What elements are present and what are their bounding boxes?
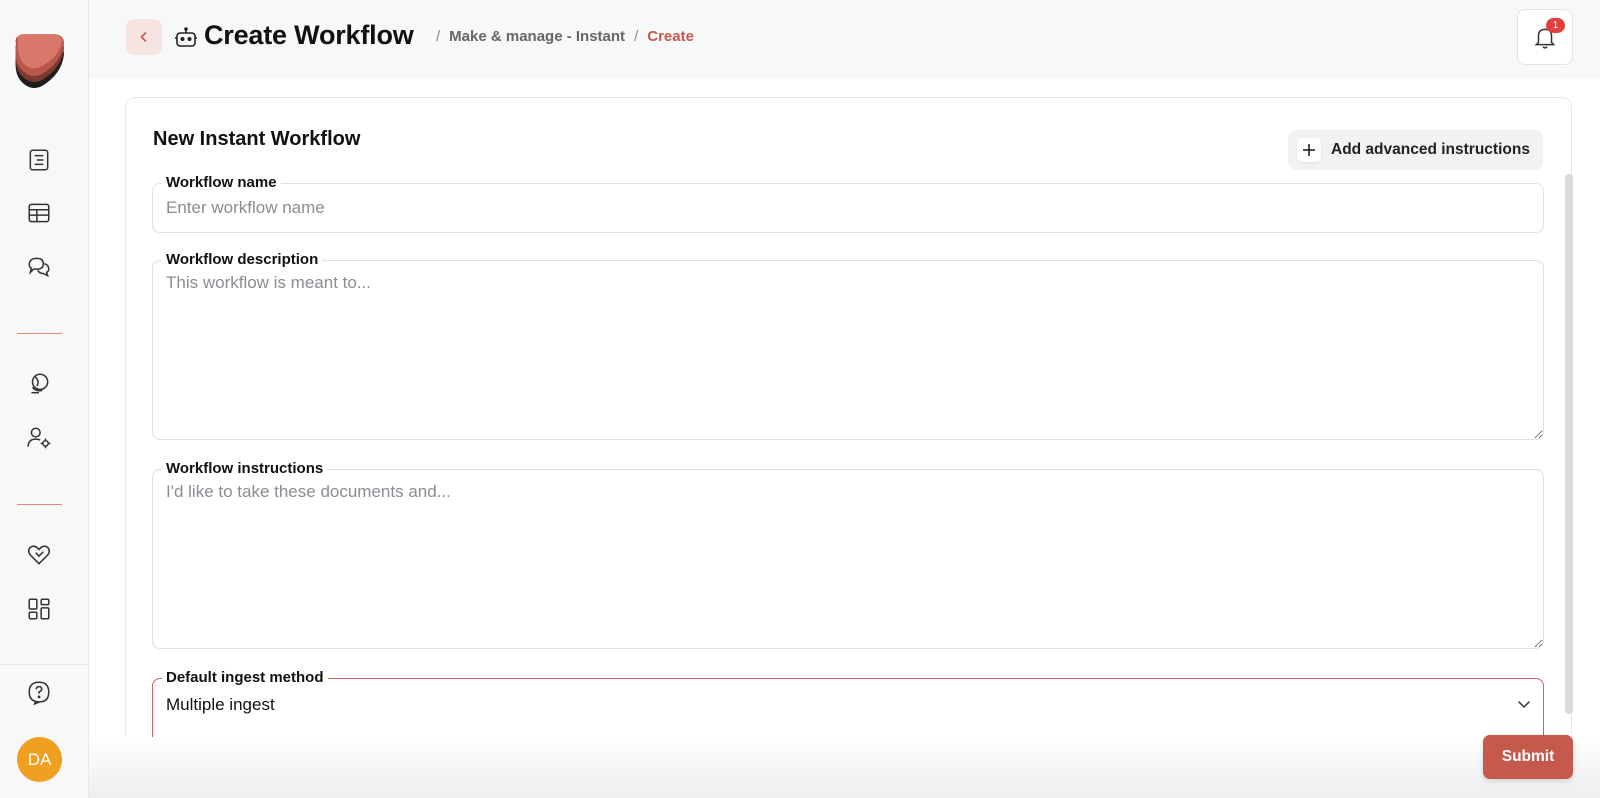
globe-pin-icon[interactable]: [25, 370, 53, 398]
scrollbar[interactable]: [1565, 174, 1573, 714]
breadcrumb-current: Create: [647, 28, 694, 45]
heart-hand-icon[interactable]: [25, 541, 53, 569]
sidebar: DA: [0, 0, 89, 798]
avatar[interactable]: DA: [17, 737, 62, 782]
robot-icon: [175, 27, 197, 47]
workflow-form-card: New Instant Workflow Add advanced instru…: [125, 97, 1572, 737]
page-title: Create Workflow: [204, 20, 414, 50]
workflow-name-input[interactable]: [153, 184, 1543, 232]
breadcrumb-separator: /: [436, 28, 441, 45]
chevron-left-icon: [140, 32, 147, 42]
page-header: Create Workflow / Make & manage - Instan…: [89, 0, 1600, 78]
workflow-instructions-input[interactable]: [153, 470, 1543, 648]
workflow-name-field: Workflow name: [152, 174, 1544, 233]
chat-icon[interactable]: [25, 253, 53, 281]
add-advanced-instructions-button[interactable]: Add advanced instructions: [1288, 130, 1543, 170]
notifications-button[interactable]: 1: [1517, 9, 1573, 65]
back-button[interactable]: [126, 19, 162, 55]
default-ingest-method-label: Default ingest method: [162, 669, 328, 686]
sidebar-divider: [17, 333, 62, 334]
default-ingest-method-select[interactable]: Default ingest method Multiple ingest: [152, 669, 1544, 737]
help-icon[interactable]: [25, 678, 53, 706]
add-advanced-instructions-label: Add advanced instructions: [1331, 141, 1530, 158]
grid-apps-icon[interactable]: [25, 595, 53, 623]
notification-badge: 1: [1546, 18, 1565, 33]
app-logo-icon[interactable]: [12, 34, 66, 90]
chevron-down-icon: [1518, 701, 1530, 708]
breadcrumb-separator: /: [634, 28, 639, 45]
workflow-instructions-field: Workflow instructions: [152, 460, 1544, 649]
main-content: New Instant Workflow Add advanced instru…: [89, 78, 1600, 798]
workflow-instructions-label: Workflow instructions: [162, 460, 328, 477]
sidebar-separator: [0, 664, 89, 665]
document-list-icon[interactable]: [25, 146, 53, 174]
user-gear-icon[interactable]: [25, 424, 53, 452]
submit-button[interactable]: Submit: [1483, 735, 1573, 779]
table-icon[interactable]: [25, 199, 53, 227]
default-ingest-method-value: Multiple ingest: [166, 695, 275, 714]
workflow-name-label: Workflow name: [162, 174, 281, 191]
breadcrumb-parent-link[interactable]: Make & manage - Instant: [449, 28, 625, 45]
sidebar-divider: [17, 504, 62, 505]
workflow-description-field: Workflow description: [152, 251, 1544, 440]
form-title: New Instant Workflow: [153, 128, 361, 150]
workflow-description-input[interactable]: [153, 261, 1543, 439]
breadcrumb: / Make & manage - Instant / Create: [436, 28, 694, 45]
plus-icon: [1297, 138, 1321, 162]
workflow-description-label: Workflow description: [162, 251, 323, 268]
